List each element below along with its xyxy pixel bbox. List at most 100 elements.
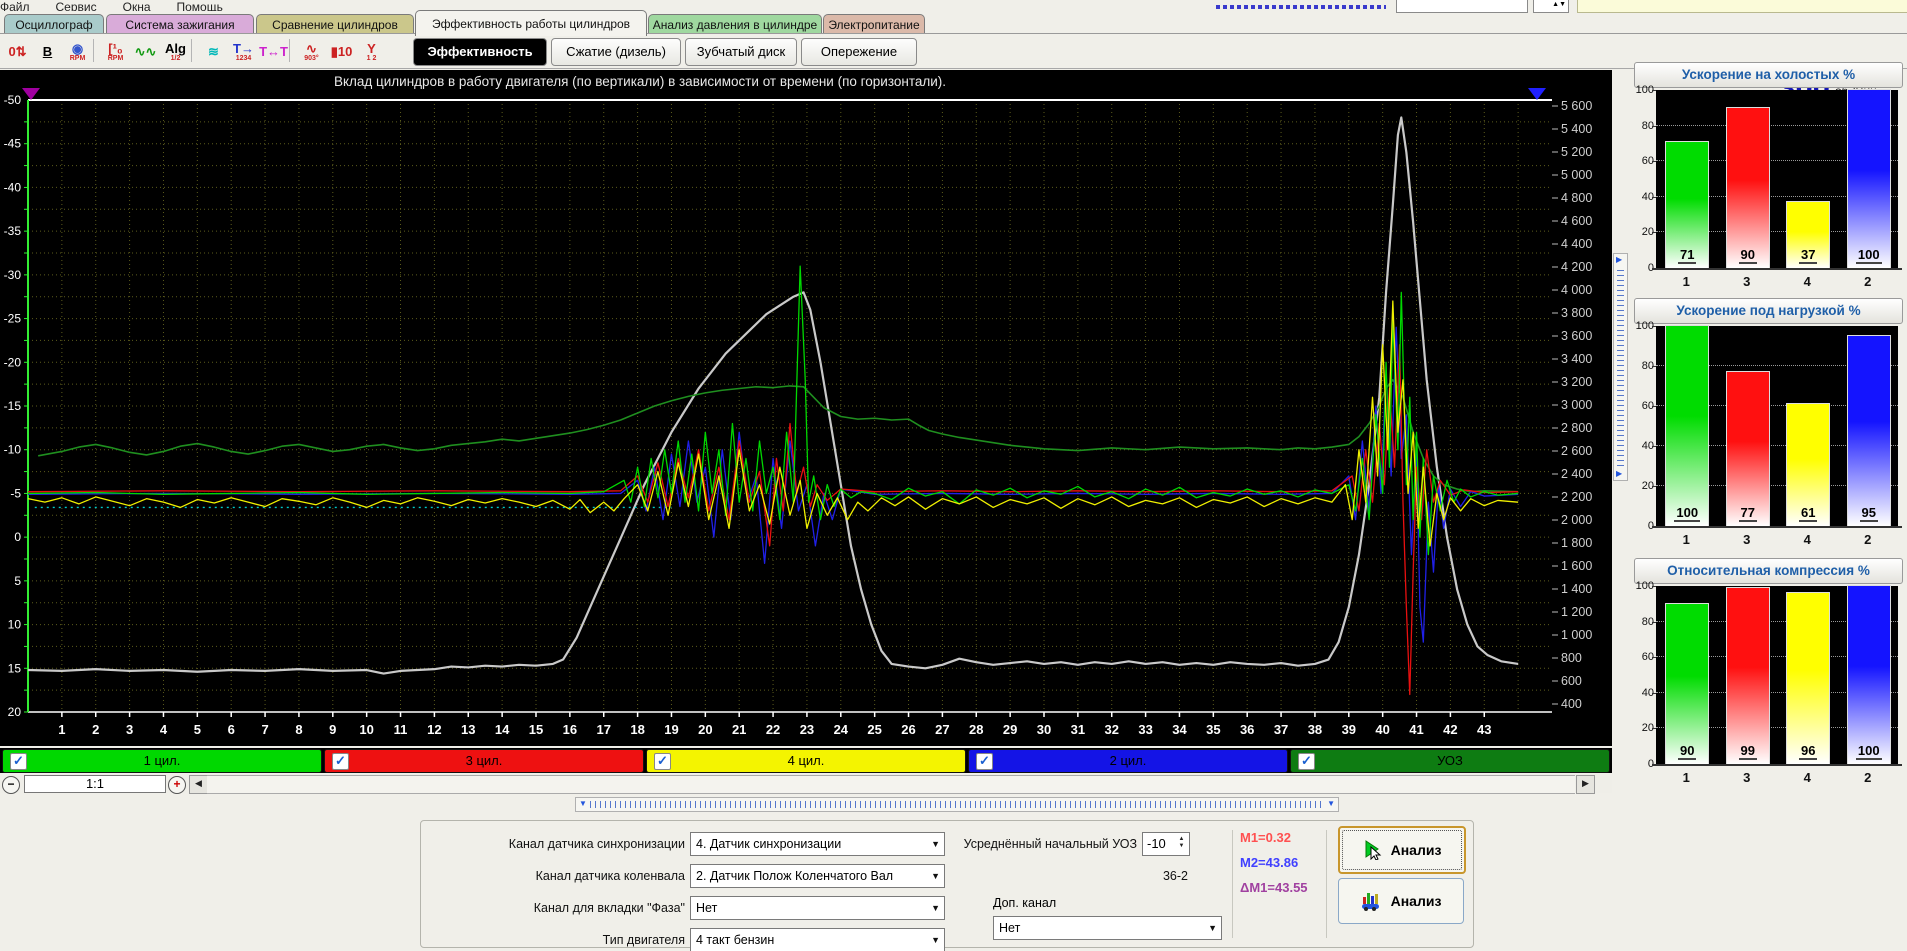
smooth-wave-icon[interactable]: ≋: [199, 37, 228, 66]
scroll-left-button[interactable]: ◀: [189, 775, 208, 794]
y-axis-label: 60: [1632, 651, 1654, 663]
select-value: 4 такт бензин: [696, 933, 774, 947]
clipped-text-input[interactable]: [1396, 0, 1528, 13]
setting-select-4[interactable]: 4 такт бензин▼: [690, 928, 945, 951]
tab-2[interactable]: Система зажигания: [106, 14, 254, 35]
svg-text:6: 6: [228, 722, 235, 737]
sidebar-chart-title-3[interactable]: Относительная компрессия %: [1634, 558, 1903, 584]
checkbox-icon[interactable]: ✓: [332, 753, 349, 770]
clipped-spinner[interactable]: ▲▼: [1533, 0, 1569, 13]
scroll-right-button[interactable]: ▶: [1576, 775, 1595, 794]
bar-value: 95: [1848, 505, 1890, 520]
svg-text:3 400: 3 400: [1561, 352, 1592, 366]
sidebar-chart-title-1[interactable]: Ускорение на холостых %: [1634, 62, 1903, 88]
analyze-run-button[interactable]: Анализ: [1338, 826, 1466, 874]
y-axis-label: 0: [1632, 520, 1654, 532]
trackbar-right-thumb[interactable]: ▼: [1327, 800, 1335, 808]
svg-text:-45: -45: [4, 137, 22, 151]
alg-half-icon[interactable]: Alg1/2: [161, 37, 190, 66]
tab-5[interactable]: Анализ давления в цилиндре: [648, 14, 822, 35]
setting-select-3[interactable]: Нет▼: [690, 896, 945, 920]
select-value: Нет: [696, 901, 717, 915]
horizontal-trackbar[interactable]: ▼ ▼: [575, 797, 1339, 812]
bold-icon[interactable]: B: [33, 37, 62, 66]
clipped-link-text[interactable]: [1216, 5, 1386, 9]
analyze-report-button[interactable]: Анализ: [1338, 878, 1464, 924]
setting-select-2[interactable]: 2. Датчик Полож Коленчатого Вал▼: [690, 864, 945, 888]
zoom-in-button[interactable]: +: [168, 776, 186, 794]
svg-text:19: 19: [664, 722, 678, 737]
trackbar-bottom-thumb[interactable]: ▶: [1616, 470, 1622, 478]
time-span-icon[interactable]: T↔T: [259, 37, 288, 66]
bar-value: 90: [1666, 743, 1708, 758]
tab-4[interactable]: Эффективность работы цилиндров: [415, 10, 647, 36]
subtab-1[interactable]: Эффективность: [413, 38, 547, 66]
analyze-report-label: Анализ: [1391, 893, 1442, 909]
uoz-spinner[interactable]: -10 ▲▼: [1142, 832, 1190, 856]
scrollbar-track[interactable]: [207, 775, 1575, 794]
legend-item-5[interactable]: ✓УОЗ: [1290, 749, 1610, 773]
left-cursor-marker[interactable]: [22, 88, 40, 100]
zero-level-icon[interactable]: 0⇅: [3, 37, 32, 66]
bar-scale-icon[interactable]: ▮10: [327, 37, 356, 66]
scale-rpm-icon[interactable]: [¹₀RPM: [101, 37, 130, 66]
angle-903-icon[interactable]: ∿903°: [297, 37, 326, 66]
menu-item-Сервис[interactable]: Сервис: [56, 0, 97, 11]
x-axis-label: 1: [1671, 770, 1701, 785]
menu-item-Помощь[interactable]: Помощь: [177, 0, 223, 11]
svg-text:35: 35: [1206, 722, 1220, 737]
y-axis-tick: [1652, 366, 1656, 367]
checkbox-icon[interactable]: ✓: [1298, 753, 1315, 770]
bar-value: 71: [1666, 247, 1708, 262]
trackbar-left-thumb[interactable]: ▼: [579, 800, 587, 808]
x-axis-label: 2: [1853, 274, 1883, 289]
legend-item-3[interactable]: ✓4 цил.: [646, 749, 966, 773]
sidebar-chart-title-2[interactable]: Ускорение под нагрузкой %: [1634, 298, 1903, 324]
svg-text:21: 21: [732, 722, 746, 737]
bar-cyl-4: 37: [1786, 201, 1830, 268]
bar-cyl-1: 100: [1665, 325, 1709, 526]
sidebar-chart-plot-1: 71 90 37 100: [1656, 90, 1898, 268]
legend-item-2[interactable]: ✓3 цил.: [324, 749, 644, 773]
x-axis-label: 3: [1732, 274, 1762, 289]
rpm-zoom-icon[interactable]: ◉RPM: [63, 37, 92, 66]
bar-cyl-3: 90: [1726, 107, 1770, 268]
subtab-3[interactable]: Зубчатый диск: [685, 38, 797, 66]
bar-value: 100: [1848, 247, 1890, 262]
right-cursor-marker[interactable]: [1528, 88, 1546, 100]
svg-text:-40: -40: [4, 180, 22, 194]
spinner-arrows-icon[interactable]: ▲▼: [1175, 833, 1188, 853]
legend-label: 3 цил.: [325, 750, 643, 772]
zoom-out-button[interactable]: −: [2, 776, 20, 794]
vertical-trackbar[interactable]: ▶ ▶: [1613, 253, 1628, 481]
waveform-icon[interactable]: ∿∿: [131, 37, 160, 66]
x-axis-label: 1: [1671, 274, 1701, 289]
svg-text:-20: -20: [4, 355, 22, 369]
subtab-4[interactable]: Опережение: [801, 38, 917, 66]
svg-text:3: 3: [126, 722, 133, 737]
checkbox-icon[interactable]: ✓: [654, 753, 671, 770]
tab-1[interactable]: Осциллограф: [4, 14, 104, 35]
checkbox-icon[interactable]: ✓: [976, 753, 993, 770]
menu-item-Окна[interactable]: Окна: [123, 0, 151, 11]
svg-text:2: 2: [92, 722, 99, 737]
svg-text:25: 25: [867, 722, 881, 737]
bar-value: 90: [1727, 247, 1769, 262]
checkbox-icon[interactable]: ✓: [10, 753, 27, 770]
tab-3[interactable]: Сравнение цилиндров: [256, 14, 414, 35]
svg-text:4 000: 4 000: [1561, 283, 1592, 297]
menu-item-Файл[interactable]: Файл: [0, 0, 30, 11]
filter-cyl-icon[interactable]: Y1 2: [357, 37, 386, 66]
extra-channel-select[interactable]: Нет ▼: [993, 916, 1222, 940]
svg-text:4 400: 4 400: [1561, 237, 1592, 251]
svg-text:34: 34: [1172, 722, 1187, 737]
chart-car-icon: [1361, 891, 1383, 911]
y-axis-tick: [1652, 586, 1656, 587]
trackbar-top-thumb[interactable]: ▶: [1616, 256, 1622, 264]
extra-channel-value: Нет: [999, 921, 1020, 935]
subtab-2[interactable]: Сжатие (дизель): [551, 38, 681, 66]
time-order-icon[interactable]: T→1234: [229, 37, 258, 66]
tab-6[interactable]: Электропитание: [823, 14, 925, 35]
legend-item-1[interactable]: ✓1 цил.: [2, 749, 322, 773]
legend-item-4[interactable]: ✓2 цил.: [968, 749, 1288, 773]
